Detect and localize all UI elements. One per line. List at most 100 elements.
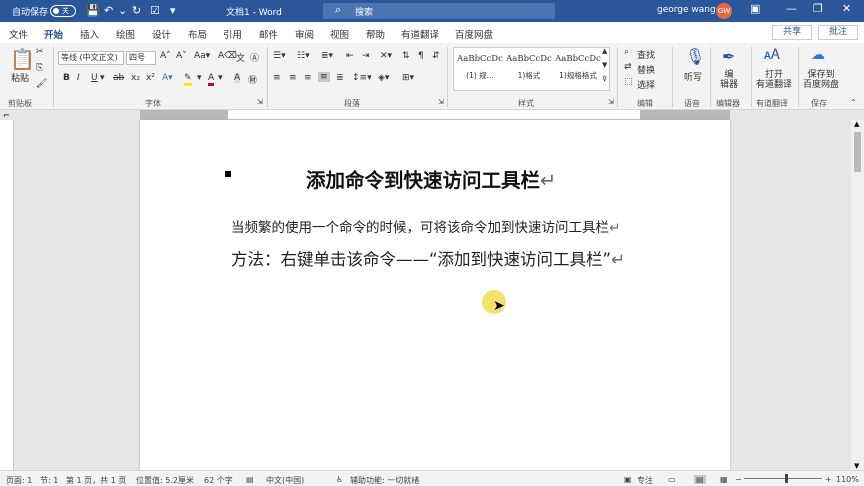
align-center-icon[interactable]: ≡ [289,73,297,83]
highlight-icon[interactable]: ✎ [184,73,192,86]
styles-scroll-down-icon[interactable]: ▼ [602,61,607,69]
show-marks-icon[interactable]: ¶ [418,51,424,61]
character-shading-icon[interactable]: A [234,73,241,83]
borders-icon[interactable]: ⊞▾ [402,73,414,83]
status-accessibility[interactable]: 辅助功能: 一切就绪 [350,475,419,486]
status-page-count[interactable]: 第 1 页，共 1 页 [66,475,126,486]
styles-dialog-icon[interactable]: ⇲ [608,98,614,106]
select-button[interactable]: 选择 [637,78,655,91]
enclose-icon[interactable]: ㊖ [248,73,257,86]
proofing-icon[interactable]: ▤ [246,475,254,484]
highlight-dropdown-icon[interactable]: ▾ [197,73,202,83]
undo-dropdown-icon[interactable]: ⌄ [118,4,127,17]
styles-scroll-up-icon[interactable]: ▲ [602,47,607,55]
minimize-button[interactable]: — [786,2,797,15]
status-word-count[interactable]: 62 个字 [204,475,233,486]
styles-more-icon[interactable]: ⊽ [602,75,607,83]
customize-qat-icon[interactable]: ▾ [170,4,176,17]
status-position[interactable]: 位置值: 5.2厘米 [136,475,194,486]
web-layout-icon[interactable]: ▦ [720,475,728,484]
copy-icon[interactable]: ⎘ [36,63,43,73]
paragraph-dialog-icon[interactable]: ⇲ [438,98,444,106]
redo-icon[interactable]: ↻ [132,4,141,17]
find-icon[interactable]: ⌕ [624,47,629,57]
focus-icon[interactable]: ▣ [624,475,632,484]
distributed-icon[interactable]: ≣ [336,73,344,83]
tab-design[interactable]: 设计 [152,27,171,41]
bullets-icon[interactable]: ☰▾ [273,51,286,61]
text-effects-icon[interactable]: A▾ [162,73,173,83]
zoom-in-icon[interactable]: + [825,475,832,484]
scroll-up-icon[interactable]: ▲ [854,120,859,128]
zoom-level[interactable]: 110% [836,475,859,484]
tab-selector-icon[interactable]: ⌐ [3,111,10,120]
status-language[interactable]: 中文(中国) [266,475,304,486]
document-heading[interactable]: 添加命令到快速访问工具栏↵ [306,164,556,193]
line-spacing-options-icon[interactable]: ⇵ [432,51,440,61]
scroll-down-icon[interactable]: ▼ [854,462,859,470]
italic-icon[interactable]: I [77,73,80,83]
chinese-layout-icon[interactable]: ✕▾ [380,51,392,61]
search-input[interactable]: ⌕ 搜索 [323,3,555,19]
find-button[interactable]: 查找 [637,48,655,61]
undo-icon[interactable]: ↶ [104,4,113,17]
style-item[interactable]: AaBbCcDc 1)格式 [505,54,553,81]
editor-icon[interactable]: ✒ [722,47,735,66]
microphone-icon[interactable]: 🎙 [685,47,705,66]
tab-youdao[interactable]: 有道翻译 [401,27,439,41]
style-item[interactable]: AaBbCcDc 1)规格格式 [554,54,602,81]
autosave-toggle[interactable]: 关 [50,5,76,17]
font-color-dropdown-icon[interactable]: ▾ [218,73,223,83]
avatar[interactable]: GW [716,3,732,19]
superscript-icon[interactable]: x² [146,73,155,83]
paragraph-1[interactable]: 当频繁的使用一个命令的时候，可将该命令加到快速访问工具栏↵ [231,216,620,236]
vertical-scrollbar[interactable]: ▲ ▼ [851,120,864,470]
restore-button[interactable]: ❐ [813,2,823,15]
save-baidu-button[interactable]: 保存到 百度网盘 [803,70,839,90]
paste-icon[interactable]: 📋 [10,47,35,71]
horizontal-ruler[interactable] [140,110,730,120]
editor-button[interactable]: 编 辑器 [720,70,738,90]
checkbox-icon[interactable]: ☑ [150,4,160,17]
justify-icon[interactable]: ≡ [318,72,330,82]
replace-icon[interactable]: ⇄ [624,62,632,72]
sort-icon[interactable]: ⇅ [402,51,410,61]
font-dialog-icon[interactable]: ⇲ [257,98,263,106]
underline-icon[interactable]: U [91,73,98,83]
baidu-netdisk-icon[interactable]: ☁ [811,47,825,63]
multilevel-list-icon[interactable]: ≣▾ [321,51,333,61]
zoom-slider-knob[interactable] [785,474,788,483]
line-spacing-icon[interactable]: ↕≡▾ [352,73,372,83]
strikethrough-icon[interactable]: ab [113,73,124,83]
font-name-select[interactable]: 等线 (中文正文) [58,51,124,65]
cut-icon[interactable]: ✂ [36,47,44,57]
replace-button[interactable]: 替换 [637,63,655,76]
vertical-ruler[interactable] [0,120,14,470]
ribbon-display-icon[interactable]: ▣ [750,2,760,15]
tab-view[interactable]: 视图 [330,27,349,41]
font-color-icon[interactable]: A [208,73,215,86]
select-icon[interactable]: ⬚ [624,77,633,87]
tab-help[interactable]: 帮助 [366,27,385,41]
bold-icon[interactable]: B [63,73,70,83]
paste-button[interactable]: 粘贴 [11,71,29,84]
clear-formatting-icon[interactable]: A⌫ [218,51,237,61]
status-page[interactable]: 页面: 1 [6,475,32,486]
tab-layout[interactable]: 布局 [188,27,207,41]
align-left-icon[interactable]: ≡ [273,73,281,83]
format-painter-icon[interactable]: 🖌 [36,79,47,89]
grow-font-icon[interactable]: A˄ [160,51,171,61]
document-page[interactable]: ▪ 添加命令到快速访问工具栏↵ 当频繁的使用一个命令的时候，可将该命令加到快速访… [140,120,730,470]
accessibility-icon[interactable]: ♿ [336,475,343,484]
open-youdao-button[interactable]: 打开 有道翻译 [756,70,792,90]
dictate-button[interactable]: 听写 [684,70,702,83]
tab-insert[interactable]: 插入 [80,27,99,41]
tab-home[interactable]: 开始 [44,27,64,45]
close-button[interactable]: ✕ [842,2,851,15]
zoom-slider[interactable] [744,478,822,479]
tab-review[interactable]: 审阅 [295,27,314,41]
underline-dropdown-icon[interactable]: ▾ [100,73,105,83]
read-mode-icon[interactable]: ▭ [668,475,676,484]
style-item[interactable]: AaBbCcDc (1) 规... [456,54,504,81]
tab-file[interactable]: 文件 [9,27,28,41]
